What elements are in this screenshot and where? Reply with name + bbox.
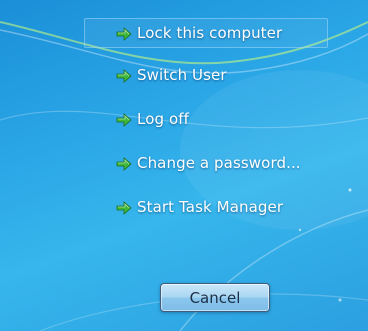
green-arrow-icon <box>116 27 132 41</box>
switch-user-label: Switch User <box>137 66 227 84</box>
log-off-option[interactable]: Log off <box>84 104 328 134</box>
start-task-manager-option[interactable]: Start Task Manager <box>84 192 328 222</box>
log-off-label: Log off <box>137 110 189 128</box>
green-arrow-icon <box>116 157 132 171</box>
green-arrow-icon <box>116 113 132 127</box>
cancel-button-label: Cancel <box>189 288 241 307</box>
lock-computer-label: Lock this computer <box>137 24 283 42</box>
lock-computer-option[interactable]: Lock this computer <box>84 18 328 48</box>
green-arrow-icon <box>116 69 132 83</box>
cancel-button[interactable]: Cancel <box>160 283 270 312</box>
switch-user-option[interactable]: Switch User <box>84 60 328 90</box>
start-task-manager-label: Start Task Manager <box>137 198 284 216</box>
change-password-option[interactable]: Change a password... <box>84 148 328 178</box>
green-arrow-icon <box>116 201 132 215</box>
security-options-menu: Lock this computer Switch User Log off C… <box>0 0 368 331</box>
change-password-label: Change a password... <box>137 154 301 172</box>
